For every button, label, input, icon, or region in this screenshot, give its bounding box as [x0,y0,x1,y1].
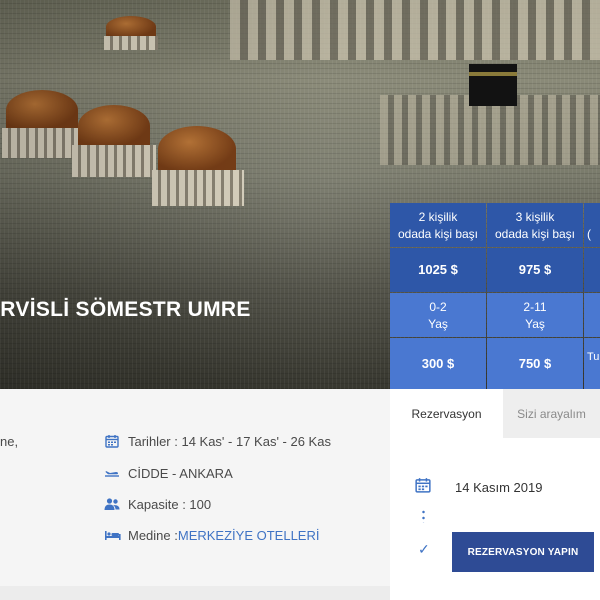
price-header-line1: 3 kişilik [515,210,555,224]
info-flight: CİDDE - ANKARA [103,464,233,482]
price-partial [584,248,600,292]
price-header-3-person: 3 kişilik odada kişi başı [487,203,583,247]
price-table: 2 kişilik odada kişi başı 3 kişilik odad… [390,203,600,389]
step-dots [422,509,425,523]
child-price-0-2: 300 $ [390,338,486,389]
age-group-partial [584,293,600,337]
price-header-2-person: 2 kişilik odada kişi başı [390,203,486,247]
hero-title: ERVİSLİ SÖMESTR UMRE [0,298,251,321]
child-price-2-11: 750 $ [487,338,583,389]
panel-bottom-strip [0,586,390,600]
booking-panel: Rezervasyon Sizi arayalım 14 Kasım 2019 … [390,389,600,600]
age-line1: 2-11 [523,300,547,314]
info-dates: Tarihler : 14 Kas' - 17 Kas' - 26 Kas [103,432,331,450]
age-group-2-11: 2-11 Yaş [487,293,583,337]
date-picker[interactable]: 14 Kasım 2019 [415,477,542,498]
age-line2: Yaş [428,317,448,331]
hotel-link[interactable]: MERKEZİYE OTELLERİ [178,528,320,543]
price-header-line2: ( [587,227,591,241]
price-header-line2: odada kişi başı [397,227,479,241]
plane-icon [103,465,121,481]
dates-label: Tarihler : 14 Kas' - 17 Kas' - 26 Kas [128,433,331,449]
price-3-person: 975 $ [487,248,583,292]
price-header-partial: ( [584,203,600,247]
tab-reservation[interactable]: Rezervasyon [390,389,503,438]
description-fragment: ne, [0,434,19,449]
calendar-icon [103,433,121,449]
selected-date: 14 Kasım 2019 [455,480,543,495]
calendar-icon [415,477,431,498]
hotel-prefix: Medine : [128,527,178,543]
child-price-partial: Tu [584,338,600,389]
capacity-label: Kapasite : 100 [128,496,212,512]
price-header-line1: 2 kişilik [418,210,458,224]
age-line1: 0-2 [429,300,447,314]
check-icon: ✓ [418,541,430,557]
flight-label: CİDDE - ANKARA [128,465,233,481]
age-group-0-2: 0-2 Yaş [390,293,486,337]
info-capacity: Kapasite : 100 [103,495,211,513]
users-icon [103,496,121,512]
price-2-person: 1025 $ [390,248,486,292]
info-hotel: Medine : MERKEZİYE OTELLERİ [103,526,319,544]
reserve-button[interactable]: REZERVASYON YAPIN [452,532,594,572]
bed-icon [103,527,121,543]
age-line2: Yaş [525,317,545,331]
price-header-line2: odada kişi başı [494,227,576,241]
tab-callback[interactable]: Sizi arayalım [503,389,600,438]
